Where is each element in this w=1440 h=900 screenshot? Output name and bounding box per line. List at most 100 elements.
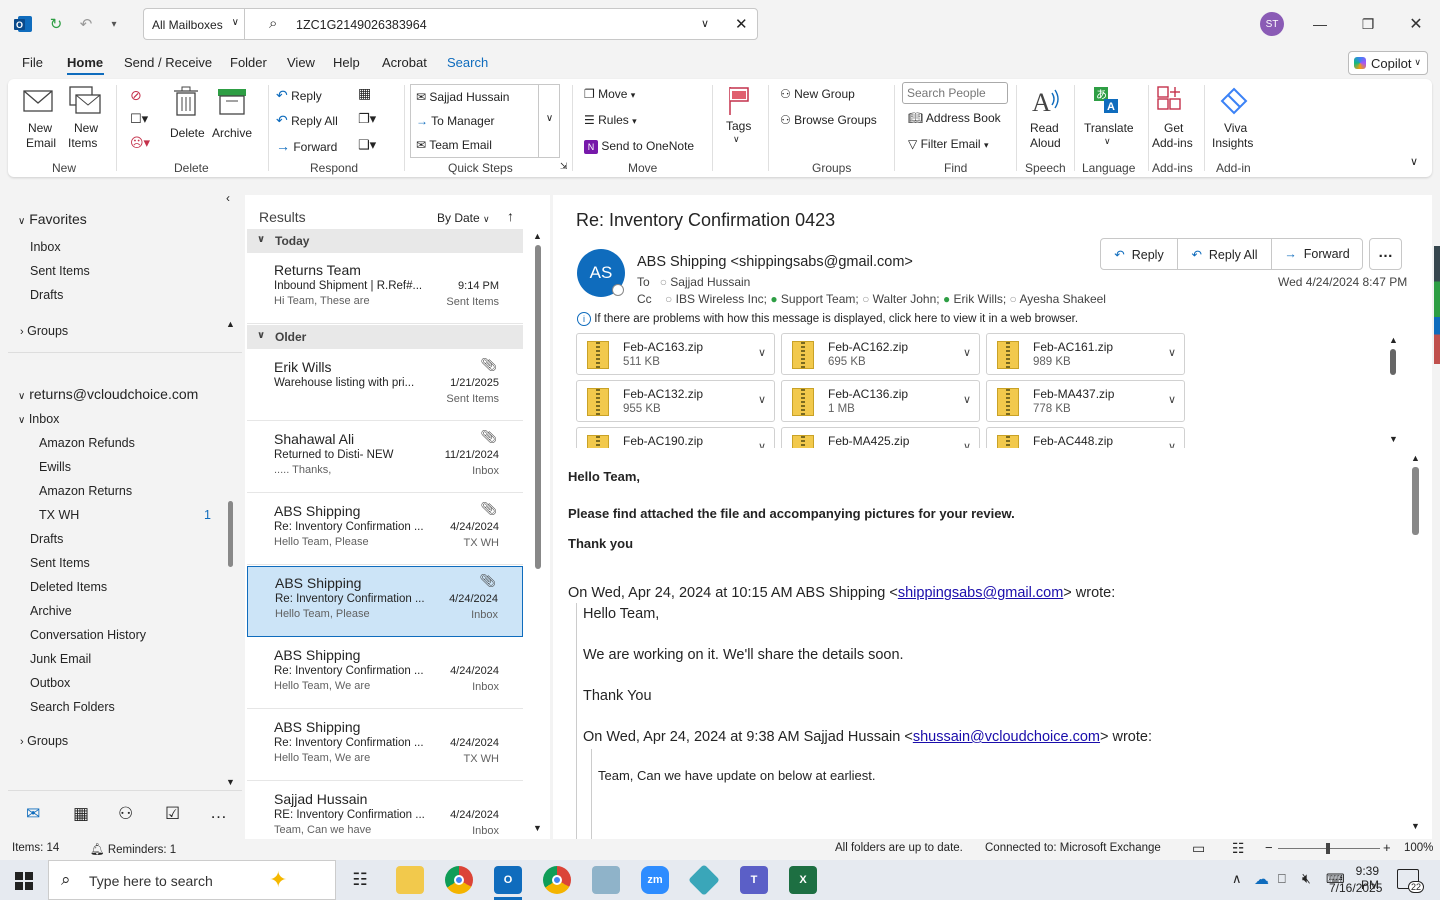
cleanup-icon[interactable]: ☐▾	[130, 111, 148, 127]
windows-start-icon[interactable]	[15, 872, 33, 890]
meeting-icon[interactable]: ▦	[358, 85, 371, 102]
zoom-out-icon[interactable]: −	[1265, 840, 1273, 855]
list-item[interactable]: Shahawal Ali Returned to Disti- NEW ....…	[247, 423, 523, 493]
body-scrollbar[interactable]	[1412, 467, 1419, 535]
attachment[interactable]: Feb-AC162.zip 695 KB ∨	[781, 333, 980, 375]
menu-acrobat[interactable]: Acrobat	[382, 55, 427, 70]
attachment-menu-icon[interactable]: ∨	[1168, 440, 1176, 448]
attachment-menu-icon[interactable]: ∨	[758, 440, 766, 448]
ignore-icon[interactable]: ⊘	[130, 87, 142, 104]
translate-button[interactable]: あA Translate ∨	[1082, 85, 1136, 155]
folder-amazon-refunds[interactable]: Amazon Refunds	[39, 436, 135, 450]
folder-ewills[interactable]: Ewills	[39, 460, 71, 474]
favorites-header[interactable]: ∨ Favorites	[18, 211, 87, 227]
zoom-in-icon[interactable]: +	[1383, 840, 1391, 855]
attachment-menu-icon[interactable]: ∨	[1168, 346, 1176, 359]
folder-drafts[interactable]: Drafts	[30, 532, 63, 546]
list-item[interactable]: Returns Team Inbound Shipment | R.Ref#..…	[247, 254, 523, 324]
address-book-button[interactable]: 📖︎ Address Book	[908, 111, 1001, 125]
cc-recipient[interactable]: Erik Wills;	[954, 292, 1007, 306]
avatar[interactable]: ST	[1260, 12, 1284, 36]
scroll-down-icon[interactable]: ▼	[533, 823, 542, 833]
attachment-menu-icon[interactable]: ∨	[758, 346, 766, 359]
read-aloud-button[interactable]: A Read Aloud	[1026, 85, 1066, 155]
search-people-input[interactable]: Search People	[902, 82, 1008, 104]
message-sender[interactable]: ABS Shipping <shippingsabs@gmail.com>	[637, 254, 913, 270]
network-icon[interactable]: ⎕	[1278, 871, 1286, 887]
browse-groups-button[interactable]: ⚇ Browse Groups	[780, 113, 877, 127]
group-header-older[interactable]: ∨ Older	[247, 325, 523, 349]
delete-button[interactable]: Delete	[170, 85, 206, 155]
more-respond-icon[interactable]: ❑▾	[358, 137, 376, 153]
menu-search[interactable]: Search	[447, 55, 488, 70]
attachment-menu-icon[interactable]: ∨	[963, 346, 971, 359]
undo-icon[interactable]: ↶	[74, 12, 98, 36]
app-icon[interactable]	[688, 864, 720, 896]
maximize-button[interactable]: ❐	[1356, 12, 1380, 36]
ribbon-collapse-icon[interactable]: ∨	[1410, 155, 1418, 168]
scroll-down-icon[interactable]: ▼	[226, 777, 235, 787]
attachments-scrollbar[interactable]	[1390, 349, 1396, 375]
clock-date[interactable]: 7/16/2025	[1329, 881, 1382, 895]
fav-drafts[interactable]: Drafts	[30, 288, 63, 302]
attachment[interactable]: Feb-AC161.zip 989 KB ∨	[986, 333, 1185, 375]
folder-deleted-items[interactable]: Deleted Items	[30, 580, 107, 594]
reply-button[interactable]: ↶ Reply	[276, 87, 322, 104]
sync-icon[interactable]: ↻	[44, 12, 68, 36]
cc-recipient[interactable]: Ayesha Shakeel	[1019, 292, 1106, 306]
quickstep-manager[interactable]: → To Manager	[416, 114, 495, 128]
onedrive-icon[interactable]: ☁	[1254, 870, 1269, 888]
zoom-slider-thumb[interactable]	[1326, 843, 1330, 854]
close-button[interactable]: ✕	[1404, 12, 1428, 36]
customize-toolbar-icon[interactable]: ▾	[102, 12, 126, 36]
scroll-up-icon[interactable]: ▲	[1389, 335, 1398, 345]
copilot-button[interactable]: Copilot ∨	[1348, 51, 1428, 75]
normal-view-icon[interactable]: ▭	[1192, 840, 1205, 857]
folder-archive[interactable]: Archive	[30, 604, 72, 618]
people-icon[interactable]: ⚇	[118, 804, 133, 824]
scroll-down-icon[interactable]: ▼	[1389, 434, 1398, 444]
filter-email-button[interactable]: ▽ Filter Email ▾	[908, 137, 988, 151]
to-recipient[interactable]: Sajjad Hussain	[670, 275, 750, 289]
inbox-folder[interactable]: ∨ Inbox	[18, 412, 59, 426]
new-email-button[interactable]: New Email	[22, 85, 60, 155]
list-item[interactable]: ABS Shipping Re: Inventory Confirmation …	[247, 711, 523, 781]
tags-button[interactable]: Tags ∨	[722, 85, 756, 155]
attachment[interactable]: Feb-AC448.zip ∨	[986, 427, 1185, 448]
cc-recipient[interactable]: Support Team;	[781, 292, 859, 306]
menu-view[interactable]: View	[287, 55, 315, 70]
info-bar[interactable]: i If there are problems with how this me…	[577, 312, 1078, 326]
file-explorer-icon[interactable]	[396, 866, 424, 894]
menu-file[interactable]: File	[22, 55, 43, 70]
dialog-launcher-icon[interactable]: ⇲	[560, 161, 568, 172]
teams-icon[interactable]: T	[740, 866, 768, 894]
folder-search-folders[interactable]: Search Folders	[30, 700, 115, 714]
fav-sent-items[interactable]: Sent Items	[30, 264, 90, 278]
quickstep-team[interactable]: ✉ Team Email	[416, 138, 492, 152]
sort-dropdown[interactable]: By Date ∨	[437, 211, 490, 225]
account-header[interactable]: ∨ returns@vcloudchoice.com	[18, 386, 198, 402]
cc-recipient[interactable]: Walter John;	[873, 292, 940, 306]
volume-muted-icon[interactable]: 🔇︎	[1302, 870, 1311, 887]
more-apps-icon[interactable]: …	[210, 803, 228, 823]
scroll-down-icon[interactable]: ▼	[1411, 821, 1420, 831]
attachment-menu-icon[interactable]: ∨	[758, 393, 766, 406]
list-item[interactable]: Erik Wills Warehouse listing with pri...…	[247, 351, 523, 421]
folder-outbox[interactable]: Outbox	[30, 676, 70, 690]
folder-junk-email[interactable]: Junk Email	[30, 652, 91, 666]
reading-view-icon[interactable]: ☷	[1232, 840, 1245, 857]
mail-icon[interactable]: ✉	[26, 804, 40, 824]
move-button[interactable]: ❐ Move ▾	[584, 87, 635, 101]
menu-help[interactable]: Help	[333, 55, 360, 70]
folder-scrollbar[interactable]	[228, 501, 233, 567]
group-header-today[interactable]: ∨ Today	[247, 229, 523, 253]
viva-insights-button[interactable]: Viva Insights	[1212, 85, 1258, 155]
folder-conversation-history[interactable]: Conversation History	[30, 628, 146, 642]
folder-amazon-returns[interactable]: Amazon Returns	[39, 484, 132, 498]
menu-folder[interactable]: Folder	[230, 55, 267, 70]
im-icon[interactable]: ❐▾	[358, 111, 376, 127]
clear-search-icon[interactable]: ✕	[735, 15, 748, 33]
menu-send-receive[interactable]: Send / Receive	[124, 55, 212, 70]
search-input[interactable]: ⌕ 1ZC1G2149026383964 ∨ ✕	[244, 8, 758, 40]
onenote-button[interactable]: N Send to OneNote	[584, 139, 694, 154]
